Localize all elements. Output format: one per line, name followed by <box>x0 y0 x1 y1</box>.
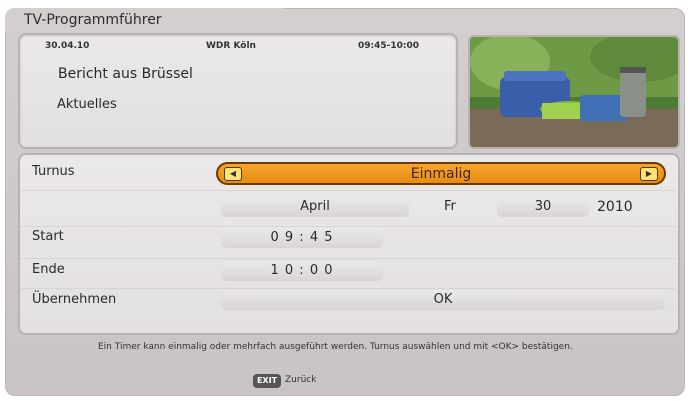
month-field[interactable]: April <box>221 197 409 217</box>
divider <box>20 226 676 227</box>
preview-image <box>470 37 678 147</box>
help-text: Ein Timer kann einmalig oder mehrfach au… <box>98 342 573 352</box>
page-title: TV-Programmführer <box>24 12 162 28</box>
weekday-label: Fr <box>444 199 456 214</box>
video-preview <box>468 35 680 149</box>
right-arrow-icon[interactable]: ▶ <box>640 167 658 181</box>
program-channel: WDR Köln <box>206 41 256 51</box>
turnus-label: Turnus <box>32 164 75 179</box>
turnus-value: Einmalig <box>410 166 472 182</box>
program-genre: Aktuelles <box>57 97 117 112</box>
back-label: Zurück <box>285 375 317 385</box>
program-date: 30.04.10 <box>45 41 90 51</box>
divider <box>20 258 676 259</box>
start-time-field[interactable]: 0 9 : 4 5 <box>221 228 383 248</box>
turnus-selector[interactable]: ◀ Einmalig ▶ <box>216 162 666 185</box>
program-title: Bericht aus Brüssel <box>58 66 193 82</box>
ok-button[interactable]: OK <box>221 290 665 310</box>
year-field[interactable]: 2010 <box>597 199 633 215</box>
day-field[interactable]: 30 <box>497 197 589 217</box>
divider <box>20 190 676 191</box>
divider <box>20 288 676 289</box>
end-time-field[interactable]: 1 0 : 0 0 <box>221 261 383 281</box>
exit-key-icon[interactable]: EXIT <box>253 374 281 388</box>
program-time: 09:45-10:00 <box>358 41 420 51</box>
start-label: Start <box>32 229 64 244</box>
end-label: Ende <box>32 262 65 277</box>
apply-label: Übernehmen <box>32 292 117 307</box>
